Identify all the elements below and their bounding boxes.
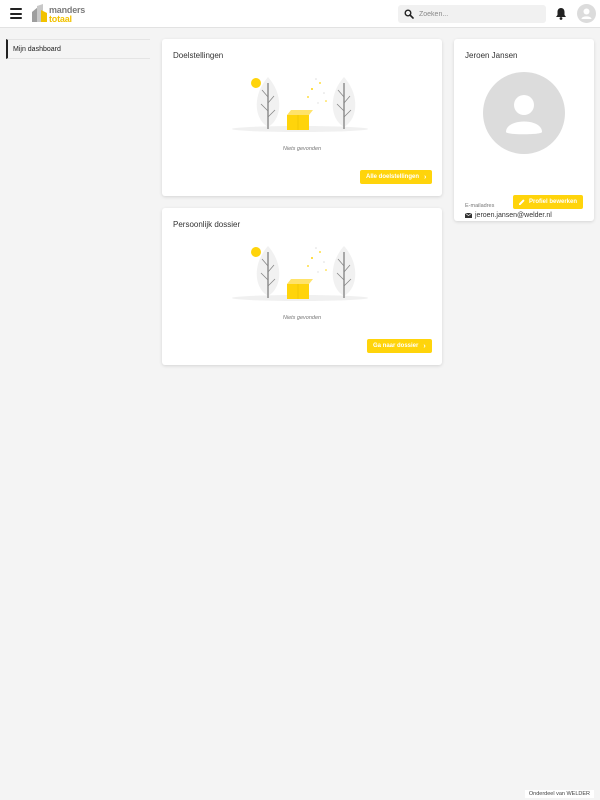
all-goals-button[interactable]: Alle doelstellingen › bbox=[360, 170, 433, 184]
profile-avatar-icon bbox=[483, 72, 565, 154]
menu-icon[interactable] bbox=[10, 8, 22, 19]
empty-state-illustration bbox=[232, 77, 368, 132]
empty-state-illustration bbox=[232, 246, 368, 301]
edit-profile-button[interactable]: Profiel bewerken bbox=[513, 195, 584, 209]
sidebar-item-label: Mijn dashboard bbox=[13, 45, 61, 53]
logo-mark-icon bbox=[32, 4, 47, 22]
email-row: jeroen.jansen@welder.nl bbox=[465, 212, 552, 219]
chevron-right-icon: › bbox=[423, 342, 426, 350]
empty-state-text: Niets gevonden bbox=[282, 315, 322, 321]
button-label: Profiel bewerken bbox=[529, 199, 578, 205]
footer-text: Onderdeel van WELDER bbox=[524, 790, 594, 798]
logo[interactable]: manders totaal bbox=[31, 4, 91, 24]
card-title: Doelstellingen bbox=[173, 51, 224, 60]
pencil-icon bbox=[519, 199, 525, 205]
empty-state-text: Niets gevonden bbox=[282, 146, 322, 152]
bell-icon[interactable] bbox=[555, 7, 567, 20]
search-input[interactable] bbox=[419, 10, 539, 18]
search-icon bbox=[404, 9, 414, 19]
envelope-icon bbox=[465, 213, 472, 218]
search-bar[interactable] bbox=[398, 5, 546, 23]
card-title: Persoonlijk dossier bbox=[173, 220, 241, 229]
sidebar-item-dashboard[interactable]: Mijn dashboard bbox=[6, 39, 150, 59]
button-label: Ga naar dossier bbox=[373, 343, 419, 349]
email-value[interactable]: jeroen.jansen@welder.nl bbox=[475, 212, 552, 219]
top-bar: manders totaal bbox=[0, 0, 600, 28]
profile-card: Jeroen Jansen E-mailadres jeroen.jansen@… bbox=[454, 39, 594, 221]
dossier-card: Persoonlijk dossier Niets gevonden Ga na… bbox=[162, 208, 442, 365]
logo-text-bottom: totaal bbox=[49, 14, 72, 24]
go-to-dossier-button[interactable]: Ga naar dossier › bbox=[367, 339, 432, 353]
chevron-right-icon: › bbox=[424, 173, 427, 181]
goals-card: Doelstellingen Niets gevonden Alle doels… bbox=[162, 39, 442, 196]
profile-name: Jeroen Jansen bbox=[465, 51, 518, 60]
user-avatar-icon[interactable] bbox=[577, 4, 596, 23]
email-label: E-mailadres bbox=[465, 203, 495, 209]
button-label: Alle doelstellingen bbox=[366, 174, 420, 180]
